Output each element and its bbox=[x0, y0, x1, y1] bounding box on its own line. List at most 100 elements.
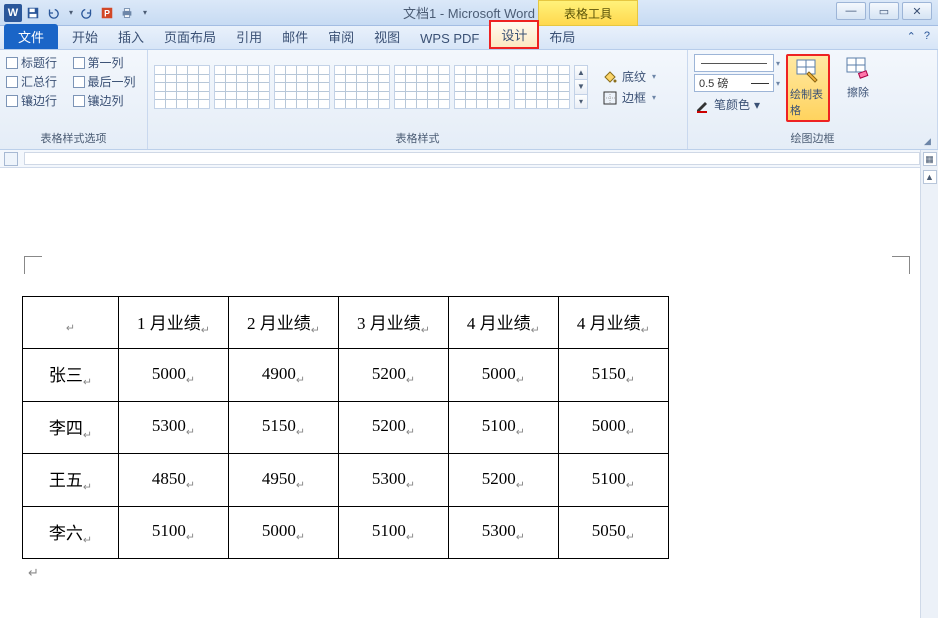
gallery-expand-icon[interactable]: ▾ bbox=[575, 95, 587, 108]
gallery-scroll-up-icon[interactable]: ▲ bbox=[575, 66, 587, 80]
redo-icon[interactable] bbox=[78, 4, 96, 22]
table-cell[interactable]: 5000↵ bbox=[119, 349, 229, 401]
table-cell[interactable]: 5200↵ bbox=[338, 401, 448, 453]
table-cell[interactable]: 5100↵ bbox=[448, 401, 558, 453]
checkbox-first-column[interactable]: 第一列 bbox=[73, 54, 142, 71]
chevron-down-icon: ▾ bbox=[754, 98, 760, 112]
powerpoint-icon[interactable]: P bbox=[98, 4, 116, 22]
table-cell[interactable]: 李六↵ bbox=[23, 506, 119, 558]
checkbox-header-row[interactable]: 标题行 bbox=[6, 54, 63, 71]
tab-view[interactable]: 视图 bbox=[364, 24, 410, 49]
undo-icon[interactable] bbox=[44, 4, 62, 22]
table-cell[interactable]: 5100↵ bbox=[338, 506, 448, 558]
table-header-cell[interactable]: 2 月业绩↵ bbox=[228, 297, 338, 349]
document-area[interactable]: ↵ 1 月业绩↵ 2 月业绩↵ 3 月业绩↵ 4 月业绩↵ 4 月业绩↵ 张三↵… bbox=[0, 168, 920, 618]
table-header-cell[interactable]: ↵ bbox=[23, 297, 119, 349]
table-style-swatch[interactable] bbox=[514, 65, 570, 109]
borders-label: 边框 bbox=[622, 89, 646, 106]
performance-table[interactable]: ↵ 1 月业绩↵ 2 月业绩↵ 3 月业绩↵ 4 月业绩↵ 4 月业绩↵ 张三↵… bbox=[22, 296, 669, 559]
tab-file[interactable]: 文件 bbox=[4, 24, 58, 49]
tab-references[interactable]: 引用 bbox=[226, 24, 272, 49]
eraser-label: 擦除 bbox=[847, 84, 869, 100]
table-header-cell[interactable]: 1 月业绩↵ bbox=[119, 297, 229, 349]
tab-wpspdf[interactable]: WPS PDF bbox=[410, 28, 489, 49]
tab-pagelayout[interactable]: 页面布局 bbox=[154, 24, 226, 49]
border-icon bbox=[602, 90, 618, 106]
table-cell[interactable]: 王五↵ bbox=[23, 454, 119, 506]
pen-weight-dropdown[interactable]: 0.5 磅 bbox=[694, 74, 774, 92]
borders-button[interactable]: 边框 ▾ bbox=[598, 87, 660, 108]
close-button[interactable]: ✕ bbox=[902, 2, 932, 20]
minimize-button[interactable]: — bbox=[836, 2, 866, 20]
horizontal-ruler[interactable] bbox=[0, 150, 938, 168]
help-icon[interactable]: ? bbox=[924, 30, 930, 43]
chevron-down-icon: ▾ bbox=[652, 93, 656, 102]
print-icon[interactable] bbox=[118, 4, 136, 22]
tab-layout[interactable]: 布局 bbox=[539, 24, 585, 49]
label-total-row: 汇总行 bbox=[21, 73, 57, 90]
table-row: 张三↵ 5000↵ 4900↵ 5200↵ 5000↵ 5150↵ bbox=[23, 349, 669, 401]
table-cell[interactable]: 5050↵ bbox=[558, 506, 668, 558]
table-cell[interactable]: 5000↵ bbox=[448, 349, 558, 401]
table-style-swatch[interactable] bbox=[454, 65, 510, 109]
checkbox-banded-rows[interactable]: 镶边行 bbox=[6, 92, 63, 109]
table-cell[interactable]: 5100↵ bbox=[119, 506, 229, 558]
checkbox-last-column[interactable]: 最后一列 bbox=[73, 73, 142, 90]
table-cell[interactable]: 4950↵ bbox=[228, 454, 338, 506]
table-row: 李六↵ 5100↵ 5000↵ 5100↵ 5300↵ 5050↵ bbox=[23, 506, 669, 558]
ruler-toggle-icon[interactable]: ▦ bbox=[923, 152, 937, 166]
table-header-cell[interactable]: 3 月业绩↵ bbox=[338, 297, 448, 349]
save-icon[interactable] bbox=[24, 4, 42, 22]
ruler-corner[interactable] bbox=[4, 152, 18, 166]
scroll-up-icon[interactable]: ▲ bbox=[923, 170, 937, 184]
pen-color-button[interactable]: 笔颜色▾ bbox=[694, 94, 780, 115]
table-style-swatch[interactable] bbox=[274, 65, 330, 109]
table-cell[interactable]: 5300↵ bbox=[338, 454, 448, 506]
group-label-ts-options: 表格样式选项 bbox=[6, 130, 141, 147]
tab-design[interactable]: 设计 bbox=[489, 20, 539, 49]
crop-mark bbox=[24, 256, 42, 274]
undo-dropdown-icon[interactable]: ▾ bbox=[66, 4, 76, 22]
table-cell[interactable]: 5100↵ bbox=[558, 454, 668, 506]
minimize-ribbon-icon[interactable]: ⌃ bbox=[907, 30, 916, 43]
table-style-swatch[interactable] bbox=[334, 65, 390, 109]
qat-customize-icon[interactable]: ▾ bbox=[140, 4, 150, 22]
eraser-button[interactable]: 擦除 bbox=[836, 54, 880, 102]
table-cell[interactable]: 5300↵ bbox=[448, 506, 558, 558]
table-cell[interactable]: 5300↵ bbox=[119, 401, 229, 453]
tab-home[interactable]: 开始 bbox=[62, 24, 108, 49]
tab-review[interactable]: 审阅 bbox=[318, 24, 364, 49]
table-row: 王五↵ 4850↵ 4950↵ 5300↵ 5200↵ 5100↵ bbox=[23, 454, 669, 506]
ribbon-tabs: 文件 开始 插入 页面布局 引用 邮件 审阅 视图 WPS PDF 设计 布局 … bbox=[0, 26, 938, 50]
table-cell[interactable]: 5150↵ bbox=[558, 349, 668, 401]
draw-table-button[interactable]: 绘制表格 bbox=[786, 54, 830, 122]
table-header-cell[interactable]: 4 月业绩↵ bbox=[558, 297, 668, 349]
table-cell[interactable]: 4850↵ bbox=[119, 454, 229, 506]
tab-insert[interactable]: 插入 bbox=[108, 24, 154, 49]
checkbox-banded-cols[interactable]: 镶边列 bbox=[73, 92, 142, 109]
table-cell[interactable]: 张三↵ bbox=[23, 349, 119, 401]
tab-mailings[interactable]: 邮件 bbox=[272, 24, 318, 49]
table-style-swatch[interactable] bbox=[214, 65, 270, 109]
table-cell[interactable]: 5000↵ bbox=[558, 401, 668, 453]
vertical-scrollbar[interactable]: ▦ ▲ bbox=[920, 150, 938, 618]
table-cell[interactable]: 5200↵ bbox=[448, 454, 558, 506]
table-cell[interactable]: 5150↵ bbox=[228, 401, 338, 453]
pen-style-dropdown[interactable] bbox=[694, 54, 774, 72]
table-cell[interactable]: 5000↵ bbox=[228, 506, 338, 558]
group-launcher-icon[interactable]: ◢ bbox=[924, 136, 934, 146]
shading-button[interactable]: 底纹▾ bbox=[598, 66, 660, 87]
checkbox-total-row[interactable]: 汇总行 bbox=[6, 73, 63, 90]
restore-button[interactable]: ▭ bbox=[869, 2, 899, 20]
word-icon[interactable]: W bbox=[4, 4, 22, 22]
table-style-swatch[interactable] bbox=[154, 65, 210, 109]
table-cell[interactable]: 李四↵ bbox=[23, 401, 119, 453]
table-style-swatch[interactable] bbox=[394, 65, 450, 109]
contextual-tab-table-tools[interactable]: 表格工具 bbox=[538, 0, 638, 26]
table-header-cell[interactable]: 4 月业绩↵ bbox=[448, 297, 558, 349]
table-styles-gallery: ▲ ▼ ▾ 底纹▾ 边框 ▾ bbox=[154, 54, 681, 120]
group-label-tstyles: 表格样式 bbox=[154, 130, 681, 147]
gallery-scroll-down-icon[interactable]: ▼ bbox=[575, 80, 587, 94]
table-cell[interactable]: 4900↵ bbox=[228, 349, 338, 401]
table-cell[interactable]: 5200↵ bbox=[338, 349, 448, 401]
